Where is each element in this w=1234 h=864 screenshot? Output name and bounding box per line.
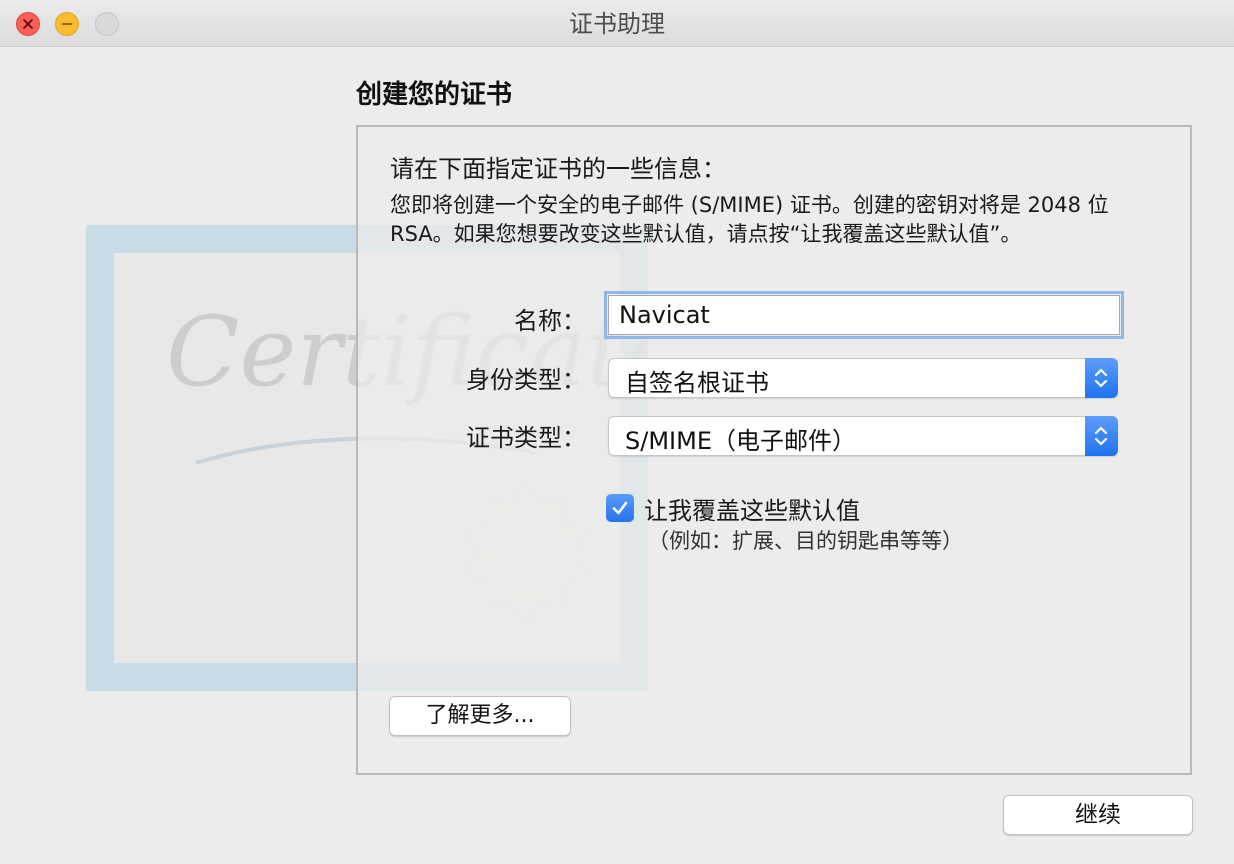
identity-type-value: 自签名根证书 xyxy=(625,369,769,397)
info-title: 请在下面指定证书的一些信息： xyxy=(390,155,726,183)
learn-more-button[interactable]: 了解更多... xyxy=(389,696,571,736)
cert-type-select[interactable]: S/MIME（电子邮件） xyxy=(608,416,1118,456)
override-defaults-hint: （例如：扩展、目的钥匙串等等） xyxy=(648,529,963,553)
info-panel: 请在下面指定证书的一些信息： 您即将创建一个安全的电子邮件 (S/MIME) 证… xyxy=(356,125,1192,775)
page-heading: 创建您的证书 xyxy=(356,80,513,110)
continue-button[interactable]: 继续 xyxy=(1003,795,1193,835)
checkmark-icon xyxy=(612,501,628,515)
override-defaults-checkbox[interactable] xyxy=(606,494,634,522)
title-bar: 证书助理 xyxy=(0,0,1234,47)
stepper-arrows-icon xyxy=(1085,416,1118,456)
name-label: 名称： xyxy=(514,307,586,335)
cert-type-label: 证书类型： xyxy=(466,424,586,452)
override-defaults-label[interactable]: 让我覆盖这些默认值 xyxy=(644,491,860,526)
identity-type-select[interactable]: 自签名根证书 xyxy=(608,358,1118,398)
info-description: 您即将创建一个安全的电子邮件 (S/MIME) 证书。创建的密钥对将是 2048… xyxy=(390,193,1109,246)
stepper-arrows-icon xyxy=(1085,358,1118,398)
identity-type-label: 身份类型： xyxy=(466,366,586,394)
cert-type-value: S/MIME（电子邮件） xyxy=(625,427,856,455)
window-title: 证书助理 xyxy=(569,10,665,38)
name-input[interactable] xyxy=(604,291,1124,339)
